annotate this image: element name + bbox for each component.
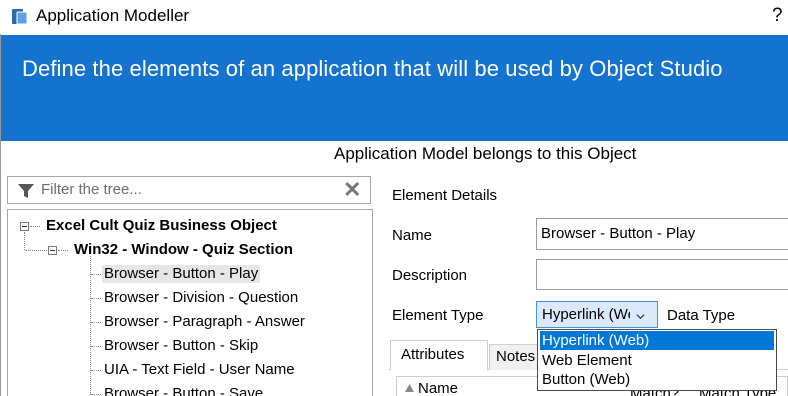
clear-filter-icon[interactable]: ✕ [343,178,361,202]
name-label: Name [392,227,433,244]
element-type-select[interactable]: Hyperlink (Web) [536,301,658,328]
tree-node-window[interactable]: Win32 - Window - Quiz Section [74,241,293,259]
banner-text: Define the elements of an application th… [22,56,723,81]
dropdown-option[interactable]: Button (Web) [540,370,774,389]
element-type-label: Element Type [392,307,484,324]
tree-item[interactable]: Browser - Button - Skip [104,337,258,355]
chevron-down-icon [636,314,645,320]
sort-up-icon[interactable] [405,384,414,392]
tree-connector [91,274,101,275]
tree-item[interactable]: Browser - Division - Question [104,289,298,307]
tree-item[interactable]: UIA - Text Field - User Name [104,361,295,379]
title-bar: Application Modeller ? [0,0,788,34]
column-header-name[interactable]: Name [418,380,458,396]
dropdown-option[interactable]: Hyperlink (Web) [540,331,774,350]
help-button[interactable]: ? [772,6,783,26]
tab-notes-label: Notes [496,348,536,365]
filter-input[interactable]: Filter the tree... [41,181,142,199]
element-details-heading: Element Details [392,187,498,204]
tab-notes[interactable]: Notes [489,344,539,370]
element-type-dropdown-list[interactable]: Hyperlink (Web) Web Element Button (Web) [537,329,777,391]
tree-node-root[interactable]: Excel Cult Quiz Business Object [46,217,277,235]
description-field[interactable] [536,259,788,290]
window-title: Application Modeller [36,6,190,25]
tree-connector [91,370,101,371]
collapse-toggle-icon[interactable] [20,222,29,231]
tree-connector [30,226,40,227]
collapse-toggle-icon[interactable] [48,246,57,255]
name-field[interactable]: Browser - Button - Play [536,218,788,250]
tree-connector [91,346,101,347]
description-label: Description [392,267,468,284]
tab-attributes[interactable]: Attributes [390,340,488,370]
tree-connector [91,298,101,299]
tree-connector [58,250,68,251]
header-banner [1,35,788,141]
tree-item[interactable]: Browser - Button - Save [104,385,263,396]
dropdown-option[interactable]: Web Element [540,351,774,370]
model-owner-label: Application Model belongs to this Object [334,144,637,163]
tree-connector [91,322,101,323]
filter-tree-box[interactable]: Filter the tree... ✕ [7,176,371,204]
tree-connector [25,250,49,251]
name-field-value: Browser - Button - Play [541,225,696,242]
element-type-value: Hyperlink (Web) [542,306,630,323]
tree-item-selected[interactable]: Browser - Button - Play [102,265,261,283]
tree-connector [90,256,91,396]
tab-attributes-label: Attributes [401,346,465,363]
tree-connector [24,232,25,250]
element-tree[interactable]: Excel Cult Quiz Business Object Win32 - … [7,209,373,396]
tree-item[interactable]: Browser - Paragraph - Answer [104,313,305,331]
filter-icon [18,184,34,198]
data-type-label: Data Type [667,307,736,324]
tree-connector [91,394,101,395]
app-icon [12,9,28,25]
